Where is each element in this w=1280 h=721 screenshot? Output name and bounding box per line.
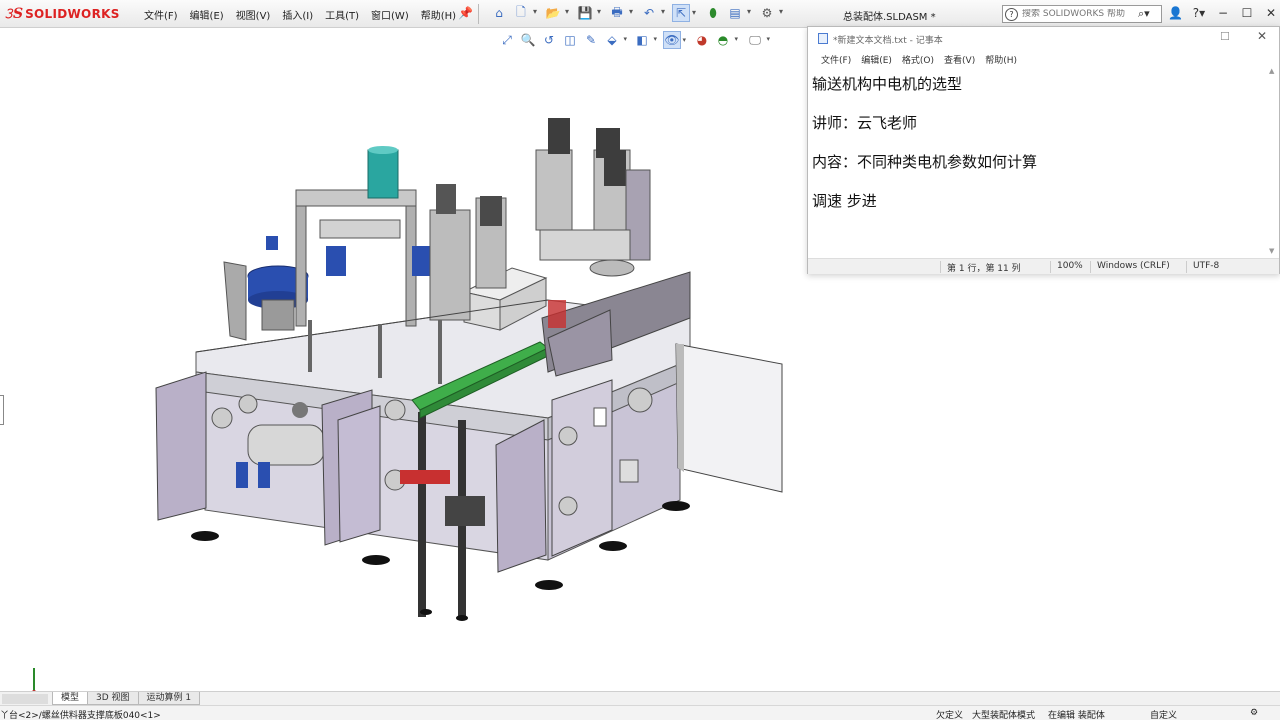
text-line: 调速 步进 (812, 192, 877, 210)
help-search-input[interactable] (1022, 9, 1138, 19)
help-search-box[interactable]: ? ⌕▾ (1002, 5, 1162, 23)
vertical-scrollbar[interactable]: ▲ ▼ (1266, 65, 1279, 257)
assembly-model-view[interactable] (0, 50, 808, 690)
window-controls: 👤 ?▾ − ☐ ✕ (1168, 5, 1278, 21)
graphics-area[interactable] (0, 50, 808, 699)
quick-tips-icon[interactable]: ⚙ (1250, 708, 1258, 718)
view-settings-icon[interactable]: 🖵 (746, 31, 770, 49)
notepad-status-bar: 第 1 行，第 11 列 100% Windows (CRLF) UTF-8 (808, 258, 1279, 274)
scroll-up-icon[interactable]: ▲ (1269, 67, 1274, 75)
close-icon[interactable]: ✕ (1264, 5, 1278, 21)
minimize-icon[interactable]: − (1216, 5, 1230, 21)
options-gear-icon[interactable]: ⚙ (758, 4, 783, 22)
document-title: 总装配体.SLDASM * (843, 12, 936, 23)
menu-tools[interactable]: 工具(T) (319, 7, 365, 22)
section-view-icon[interactable]: ◫ (561, 31, 579, 49)
tab-scroll-arrows[interactable] (2, 694, 48, 704)
panel-collapse-handle[interactable] (0, 395, 4, 425)
encoding: UTF-8 (1186, 261, 1219, 273)
open-icon[interactable]: 📂 (544, 4, 569, 22)
tab-motion-study[interactable]: 运动算例 1 (137, 692, 201, 705)
help-question-icon: ? (1005, 7, 1018, 21)
hide-show-items-icon[interactable]: 👁 (663, 31, 686, 49)
text-line: 讲师：云飞老师 (812, 114, 918, 132)
rebuild-icon[interactable]: ⬮ (704, 4, 722, 22)
menu-file[interactable]: 文件(F) (138, 7, 184, 22)
dynamic-annotation-icon[interactable]: ✎ (582, 31, 600, 49)
search-icon[interactable]: ⌕▾ (1138, 7, 1150, 21)
select-pointer-icon[interactable]: ⇱ (672, 4, 696, 22)
maximize-icon[interactable]: ☐ (1220, 30, 1230, 43)
solidworks-logo[interactable]: 𝟹S SOLIDWORKS (4, 3, 120, 25)
logo-text: SOLIDWORKS (25, 7, 120, 21)
ds-logo-icon: 𝟹S (4, 6, 24, 22)
large-assembly-mode[interactable]: 大型装配体模式 (972, 708, 1035, 721)
view-orientation-icon[interactable]: ⬙ (603, 31, 627, 49)
line-ending: Windows (CRLF) (1090, 261, 1170, 273)
home-icon[interactable]: ⌂ (490, 4, 508, 22)
scroll-down-icon[interactable]: ▼ (1269, 247, 1274, 255)
menu-insert[interactable]: 插入(I) (276, 7, 319, 22)
help-icon[interactable]: ?▾ (1192, 5, 1206, 21)
menu-view[interactable]: 视图(V) (230, 7, 277, 22)
cursor-position: 第 1 行，第 11 列 (940, 261, 1021, 274)
editing-context: 在编辑 装配体 (1048, 711, 1105, 721)
save-icon[interactable]: 💾 (576, 4, 601, 22)
text-line: 输送机构中电机的选型 (812, 75, 963, 93)
title-bar: 𝟹S SOLIDWORKS 文件(F) 编辑(E) 视图(V) 插入(I) 工具… (0, 0, 1280, 28)
notepad-title-bar[interactable]: *新建文本文档.txt - 记事本 ☐ ✕ (808, 27, 1279, 49)
heads-up-view-toolbar: ⤢ 🔍 ↺ ◫ ✎ ⬙ ◧ 👁 ◕ ◓ 🖵 (498, 31, 770, 49)
zoom-area-icon[interactable]: 🔍 (519, 31, 537, 49)
previous-view-icon[interactable]: ↺ (540, 31, 558, 49)
display-style-icon[interactable]: ◧ (633, 31, 657, 49)
notepad-icon (818, 33, 828, 44)
definition-status: 欠定义 (936, 711, 964, 721)
zoom-to-fit-icon[interactable]: ⤢ (498, 31, 516, 49)
tab-3d-views[interactable]: 3D 视图 (87, 692, 139, 705)
maximize-icon[interactable]: ☐ (1240, 5, 1254, 21)
new-document-icon[interactable]: 🗋 (512, 4, 537, 22)
status-bar: 丫台<2>/螺丝供料器支撑底板040<1> 欠定义 大型装配体模式 在编辑 装配… (0, 705, 1280, 721)
menu-edit[interactable]: 编辑(E) (184, 7, 230, 22)
user-icon[interactable]: 👤 (1168, 5, 1183, 21)
undo-icon[interactable]: ↶ (640, 4, 665, 22)
edit-appearance-icon[interactable]: ◕ (693, 31, 711, 49)
notepad-text-area[interactable]: 输送机构中电机的选型 讲师：云飞老师 内容：不同种类电机参数如何计算 调速 步进 (810, 65, 1266, 257)
menu-bar: 文件(F) 编辑(E) 视图(V) 插入(I) 工具(T) 窗口(W) 帮助(H… (138, 7, 462, 22)
menu-help[interactable]: 帮助(H) (415, 7, 462, 22)
menu-window[interactable]: 窗口(W) (365, 7, 415, 22)
file-properties-icon[interactable]: ▤ (726, 4, 751, 22)
notepad-window[interactable]: *新建文本文档.txt - 记事本 ☐ ✕ 文件(F) 编辑(E) 格式(O) … (807, 26, 1280, 274)
notepad-title: *新建文本文档.txt - 记事本 (833, 36, 943, 46)
close-icon[interactable]: ✕ (1257, 29, 1267, 43)
bottom-tab-bar: 模型 3D 视图 运动算例 1 (0, 691, 1280, 705)
tab-model[interactable]: 模型 (52, 692, 89, 705)
zoom-level: 100% (1050, 261, 1083, 273)
units-custom[interactable]: 自定义 (1150, 708, 1177, 721)
text-line: 内容：不同种类电机参数如何计算 (812, 153, 1038, 171)
print-icon[interactable]: 🖶 (608, 4, 633, 22)
toolbar-separator (478, 4, 479, 24)
standard-toolbar: ⌂ 🗋 📂 💾 🖶 ↶ ⇱ ⬮ ▤ ⚙ (490, 4, 783, 22)
apply-scene-icon[interactable]: ◓ (714, 31, 738, 49)
selected-component-path: 丫台<2>/螺丝供料器支撑底板040<1> (0, 711, 161, 721)
pin-menu-icon[interactable]: 📌 (458, 6, 473, 20)
